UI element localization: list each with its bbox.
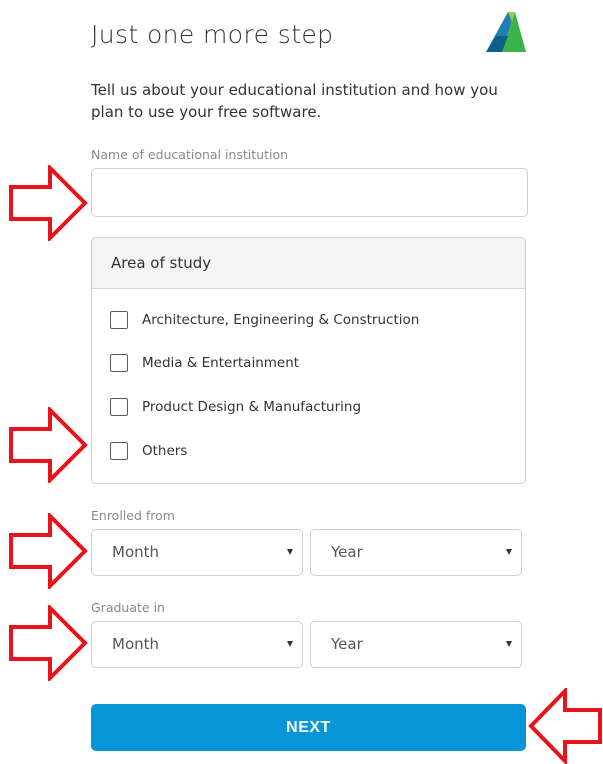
others-label: Others [142, 443, 188, 459]
red-arrow-left-icon [528, 688, 602, 764]
institution-input[interactable] [91, 168, 528, 217]
chevron-down-icon [506, 641, 512, 647]
autodesk-logo-icon [486, 12, 526, 52]
enrolled-month-value: Month [112, 543, 160, 561]
graduate-month-select[interactable]: Month [91, 621, 303, 668]
area-of-study-header: Area of study [92, 238, 525, 289]
study-option-others[interactable]: Others [110, 440, 187, 462]
area-of-study-box: Area of study Architecture, Engineering … [91, 237, 526, 484]
intro-text: Tell us about your educational instituti… [91, 81, 498, 121]
graduate-in-label: Graduate in [91, 600, 165, 615]
red-arrow-icon [9, 513, 88, 589]
graduate-year-select[interactable]: Year [310, 621, 522, 668]
others-checkbox[interactable] [110, 442, 128, 460]
chevron-down-icon [506, 549, 512, 555]
enrolled-year-select[interactable]: Year [310, 529, 522, 576]
enrolled-month-select[interactable]: Month [91, 529, 303, 576]
red-arrow-icon [9, 407, 88, 483]
study-option-product-design[interactable]: Product Design & Manufacturing [110, 396, 361, 418]
chevron-down-icon [287, 549, 293, 555]
aec-checkbox[interactable] [110, 311, 128, 329]
graduate-month-value: Month [112, 635, 160, 653]
enrolled-year-value: Year [331, 543, 363, 561]
institution-label: Name of educational institution [91, 147, 289, 162]
product-design-checkbox[interactable] [110, 398, 128, 416]
enrolled-from-label: Enrolled from [91, 508, 175, 523]
red-arrow-icon [9, 605, 88, 681]
next-button[interactable]: NEXT [91, 704, 526, 751]
red-arrow-icon [9, 165, 88, 241]
product-design-label: Product Design & Manufacturing [142, 399, 362, 415]
page-title: Just one more step [91, 20, 334, 49]
chevron-down-icon [287, 641, 293, 647]
media-label: Media & Entertainment [142, 355, 300, 371]
study-option-media[interactable]: Media & Entertainment [110, 352, 299, 374]
study-option-aec[interactable]: Architecture, Engineering & Construction [110, 309, 419, 331]
media-checkbox[interactable] [110, 354, 128, 372]
graduate-year-value: Year [331, 635, 363, 653]
aec-label: Architecture, Engineering & Construction [142, 312, 420, 328]
